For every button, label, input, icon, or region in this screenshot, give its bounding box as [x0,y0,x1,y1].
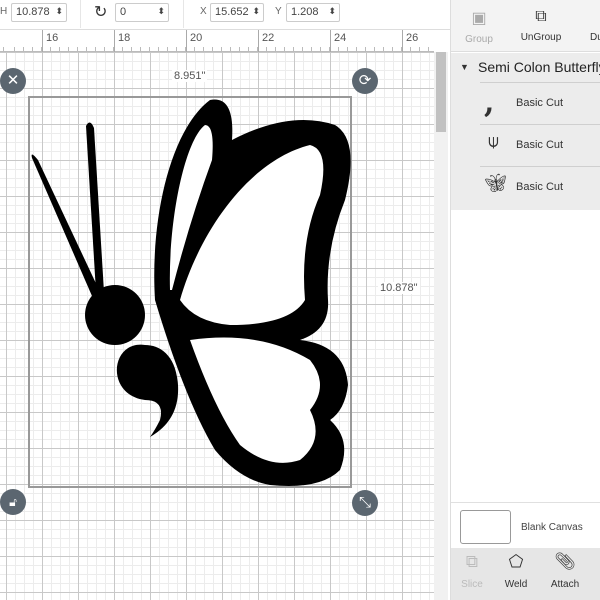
slice-button[interactable]: ⧉ Slice [447,552,497,590]
semicolon-comma [116,344,179,437]
scrollbar-thumb[interactable] [436,52,446,132]
width-dimension: 8.951" [172,70,208,82]
vertical-scrollbar[interactable] [434,52,448,600]
group-name[interactable]: Semi Colon Butterfly [478,59,600,75]
height-dimension: 10.878" [378,282,420,294]
duplicate-button[interactable]: Du [576,8,600,43]
comma-dot-thumb-icon: , [484,85,495,120]
rotate-handle-icon[interactable]: ⟳ [352,68,378,94]
canvas-setting[interactable]: Blank Canvas [451,502,600,548]
semicolon-dot [85,285,145,345]
antenna-right [86,122,104,292]
ungroup-icon: ⧉ [535,8,547,25]
layer-item[interactable]: ⍦ Basic Cut [480,124,600,166]
weld-button[interactable]: ⬠ Weld [491,552,541,590]
bottom-tools: ⧉ Slice ⬠ Weld 📎︎ Attach [451,548,600,600]
paperclip-icon: 📎︎ [554,552,576,571]
slice-icon: ⧉ [465,552,479,571]
canvas-label: Blank Canvas [521,522,583,533]
lock-handle-icon[interactable]: 🔓︎ [0,489,26,515]
canvas-swatch[interactable] [460,510,511,544]
ungroup-button[interactable]: ⧉ UnGroup [516,8,566,43]
delete-handle-icon[interactable]: ✕ [0,68,26,94]
layer-item[interactable]: , Basic Cut [480,82,600,124]
group-button[interactable]: ▣ Group [454,8,504,45]
weld-icon: ⬠ [508,552,524,571]
attach-button[interactable]: 📎︎ Attach [540,552,590,590]
butterfly-thumb-icon: 🦋︎ [484,173,507,193]
collapse-arrow-icon[interactable]: ▼ [460,62,469,72]
antenna-thumb-icon: ⍦ [488,131,499,151]
resize-handle-icon[interactable]: ⤡ [352,490,378,516]
group-icon: ▣ [471,10,487,27]
layer-tools: ▣Group ⧉UnGroup Du [451,0,600,52]
layer-item[interactable]: 🦋︎ Basic Cut [480,166,600,208]
